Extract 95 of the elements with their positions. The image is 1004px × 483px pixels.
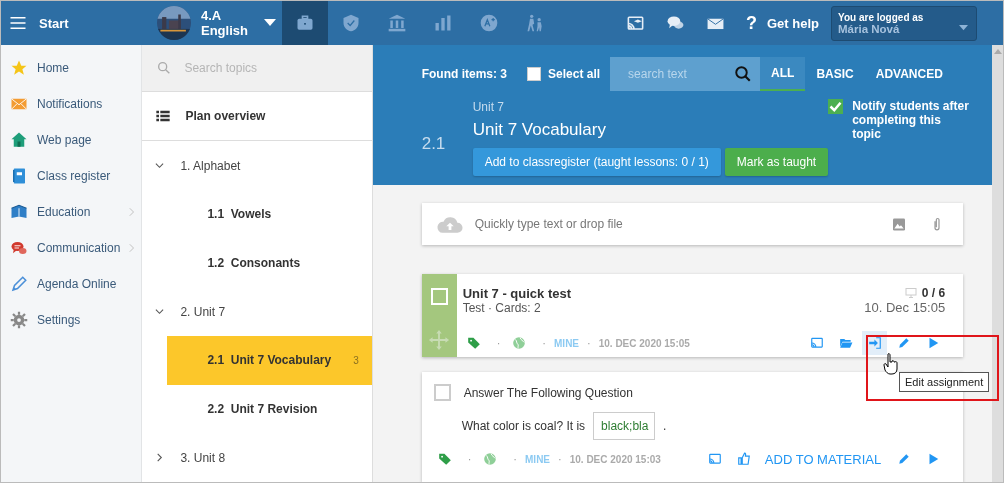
sidebar-item[interactable]: Home: [1, 50, 142, 86]
subtopic-item[interactable]: 2.1 Unit 7 Vocabulary 3: [167, 336, 372, 385]
menu-icon: [9, 14, 27, 32]
subtopic-item[interactable]: 2.2 Unit 7 Revision: [167, 384, 372, 434]
check-icon: [828, 99, 844, 114]
upload-cloud-icon: [436, 214, 463, 234]
owner-label: MINE: [525, 453, 551, 465]
unit-label: Unit 7: [472, 99, 506, 115]
search-icon: [734, 65, 753, 83]
grade-icon: [478, 13, 499, 33]
separator: ·: [587, 337, 591, 349]
user-menu[interactable]: You are logged as Mária Nová: [831, 5, 977, 41]
search-input[interactable]: Search topics: [182, 59, 367, 76]
folder-icon: [838, 336, 853, 350]
sidebar-item[interactable]: Education: [1, 194, 142, 230]
briefcase-icon: [294, 13, 315, 33]
filter-tab[interactable]: ALL: [760, 57, 806, 91]
answer-field[interactable]: black;bla: [593, 412, 656, 440]
class-selector[interactable]: 4.A English: [151, 1, 282, 45]
found-count: Found items: 3: [421, 67, 508, 81]
cast-icon: [708, 452, 723, 466]
scroll-up-icon[interactable]: [993, 49, 1002, 54]
quick-text-field[interactable]: Quickly type text or drop file: [472, 216, 870, 232]
globe-icon[interactable]: [483, 452, 498, 466]
chat-icon: [10, 239, 28, 257]
item-title: Unit 7 - quick test: [462, 286, 572, 301]
topic-search-field[interactable]: Search topics: [142, 45, 372, 92]
gear-icon: [10, 311, 28, 329]
question-title: Answer The Following Question: [463, 385, 633, 400]
pen-icon: [10, 275, 28, 293]
separator: ·: [513, 453, 518, 465]
select-all-checkbox[interactable]: Select all: [527, 67, 601, 81]
search-input[interactable]: search text: [626, 66, 731, 82]
sidebar-item[interactable]: Communication: [1, 230, 142, 266]
plan-overview-item[interactable]: Plan overview: [142, 91, 372, 142]
topic-title: Unit 7 Vocabulary: [472, 119, 607, 141]
bank-icon: [386, 13, 407, 33]
subtopic-item[interactable]: 1.2 Consonants: [167, 238, 372, 288]
caret-icon: [263, 19, 276, 27]
created-date: 10. DEC 2020 15:03: [569, 453, 661, 465]
cast-icon: [626, 13, 646, 33]
house-icon: [10, 131, 28, 149]
separator: ·: [496, 337, 501, 349]
tooltip: Edit assignment: [899, 372, 990, 392]
tag-icon[interactable]: [466, 336, 481, 350]
subject-name: English: [201, 23, 248, 38]
search-field[interactable]: search text: [610, 57, 761, 91]
topic-item[interactable]: 2. Unit 7: [142, 287, 372, 336]
quick-input-field[interactable]: Quickly type text or drop file: [421, 203, 964, 245]
item-subtitle: Test · Cards: 2: [462, 301, 542, 315]
tag-icon[interactable]: [437, 452, 452, 466]
sidebar-item[interactable]: Notifications: [1, 86, 142, 122]
owner-label: MINE: [554, 337, 580, 349]
topic-number: 2.1: [420, 133, 447, 155]
filter-tab[interactable]: BASIC: [805, 57, 865, 91]
edit-icon: [896, 336, 911, 350]
question-text: What color is coal? It is: [461, 419, 586, 433]
sidebar-item[interactable]: Web page: [1, 122, 142, 158]
chevron-icon: [129, 243, 136, 253]
filter-tab[interactable]: ADVANCED: [864, 57, 954, 91]
chevron-down-icon: [155, 161, 165, 171]
sidebar-item[interactable]: Settings: [1, 302, 142, 338]
item-date: 10. Dec 15:05: [864, 300, 946, 315]
item-checkbox[interactable]: [433, 384, 451, 401]
topic-item[interactable]: 3. Unit 8: [142, 433, 372, 482]
sidebar-item[interactable]: Agenda Online: [1, 266, 142, 302]
chevron-right-icon: [155, 453, 165, 463]
scrollbar[interactable]: [992, 45, 1003, 482]
notify-checkbox[interactable]: Notify students after completing this topic: [828, 99, 971, 176]
score-text: 0 / 6: [921, 286, 946, 300]
chevron-icon: [129, 207, 136, 217]
sidebar-item[interactable]: Class register: [1, 158, 142, 194]
globe-icon[interactable]: [512, 336, 527, 350]
class-name: 4.A: [201, 8, 223, 23]
caret-icon: [959, 24, 968, 31]
subtopic-item[interactable]: 1.1 Vowels: [167, 190, 372, 239]
thumbs-up-icon: [737, 452, 752, 466]
notebook-icon: [10, 167, 28, 185]
edit-icon: [896, 452, 911, 466]
book-icon: [10, 203, 28, 221]
assign-icon: [867, 336, 882, 350]
help-button[interactable]: ? Get help: [736, 1, 831, 45]
created-date: 10. DEC 2020 15:05: [598, 337, 690, 349]
separator: ·: [558, 453, 562, 465]
item-count: 3: [353, 354, 359, 366]
chevron-down-icon: [155, 307, 165, 317]
separator: ·: [467, 453, 472, 465]
separator: ·: [542, 337, 547, 349]
start-menu-button[interactable]: Start: [1, 1, 151, 45]
punctuation: .: [663, 419, 667, 433]
cast-icon: [809, 336, 824, 350]
module-tab[interactable]: [281, 1, 328, 45]
topic-item[interactable]: 1. Alphabet: [142, 141, 372, 191]
star-icon: [10, 59, 28, 77]
monitor-icon: [904, 287, 917, 299]
